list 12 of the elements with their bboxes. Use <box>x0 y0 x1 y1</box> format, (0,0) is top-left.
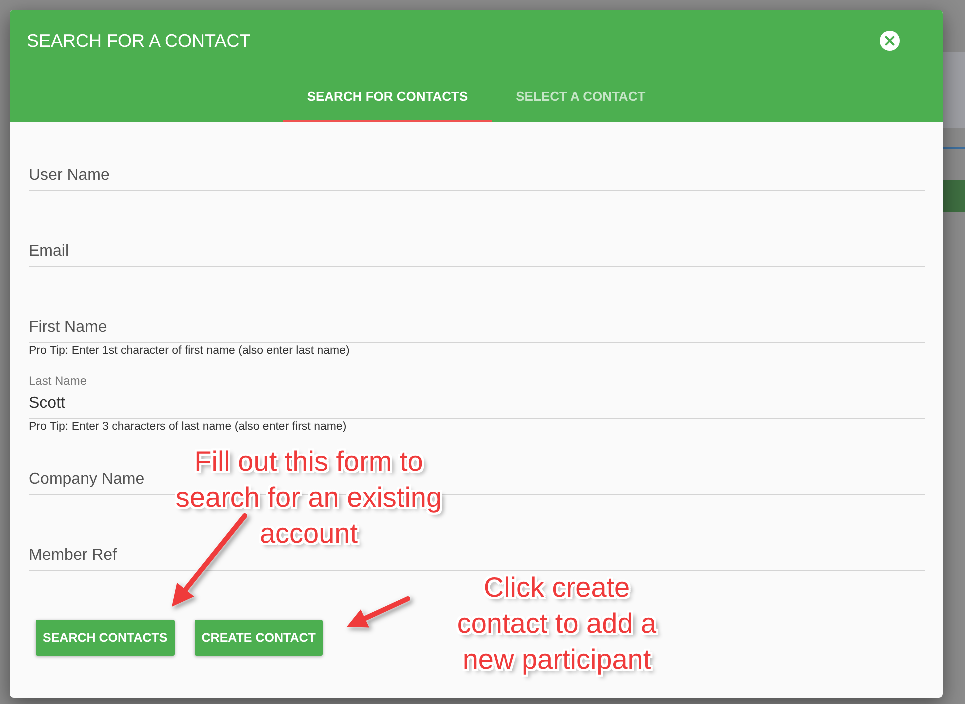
text-field[interactable]: First Name <box>29 314 925 343</box>
text-field[interactable]: Last Name Scott <box>29 372 925 419</box>
annotation-text: Click create contact to add a new participant <box>456 571 658 677</box>
dialog-title: SEARCH FOR A CONTACT <box>27 30 251 52</box>
text-field[interactable]: Member Ref <box>29 542 925 571</box>
text-field[interactable]: User Name <box>29 162 925 191</box>
text-field[interactable]: Email <box>29 238 925 267</box>
close-icon[interactable] <box>880 31 900 51</box>
hint-text: Pro Tip: Enter 1st character of first name (also enter last name) <box>29 344 351 359</box>
arrow <box>347 596 410 628</box>
background-bar <box>943 180 965 212</box>
hint-text: Pro Tip: Enter 3 characters of last name (also enter first name) <box>29 420 348 435</box>
